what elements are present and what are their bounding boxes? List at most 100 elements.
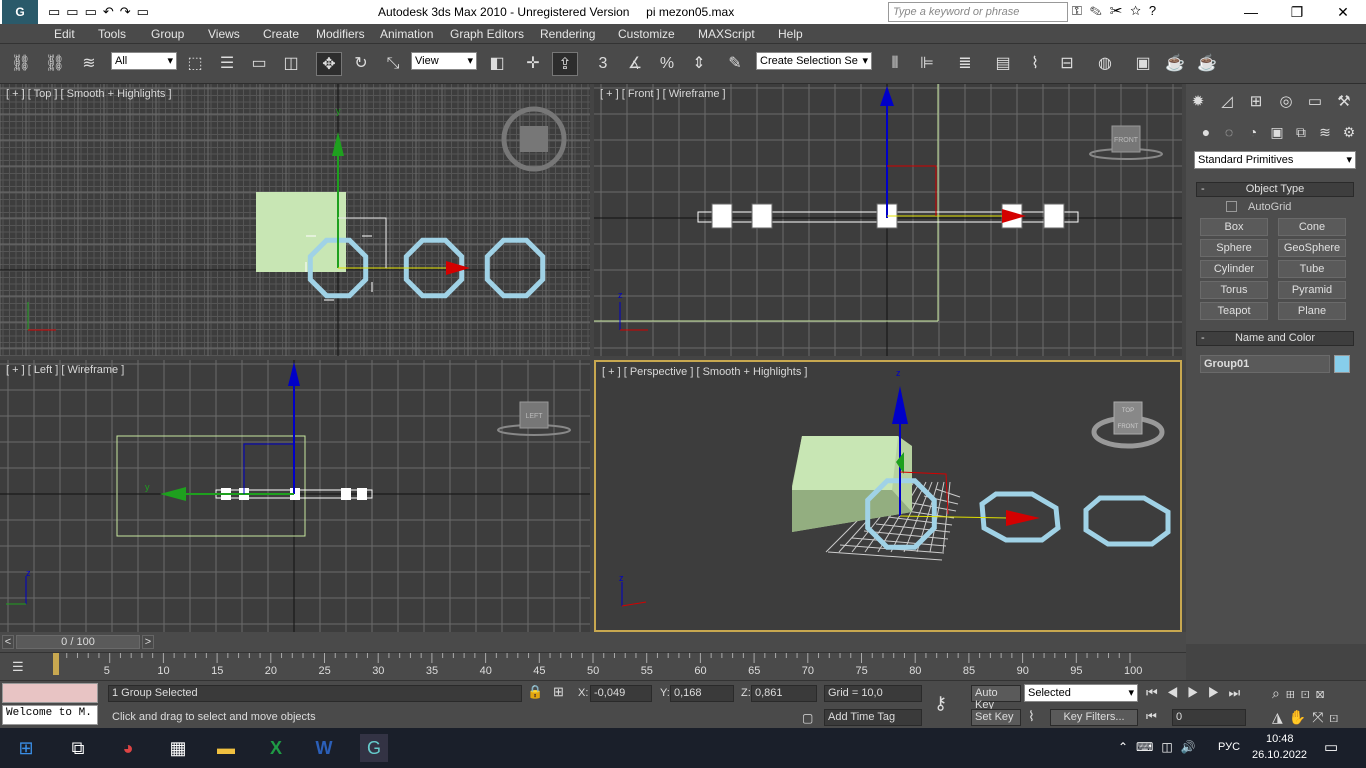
pivot-center-icon[interactable]: ◧ <box>484 52 510 76</box>
menu-modifiers[interactable]: Modifiers <box>316 27 365 41</box>
key-mode-toggle-icon[interactable]: ⏮ <box>1146 709 1157 724</box>
file-explorer-icon[interactable]: ▬ <box>212 734 240 762</box>
pyramid-button[interactable]: Pyramid <box>1278 281 1346 299</box>
sphere-button[interactable]: Sphere <box>1200 239 1268 257</box>
maximize-button[interactable]: ❐ <box>1274 2 1320 22</box>
notifications-icon[interactable]: ▭ <box>1324 738 1338 756</box>
layer-manager-icon[interactable]: ≣ <box>952 52 978 76</box>
name-color-rollout[interactable]: - Name and Color <box>1196 331 1354 346</box>
autogrid-checkbox[interactable] <box>1226 201 1237 212</box>
cameras-icon[interactable]: ▣ <box>1265 120 1289 144</box>
menu-group[interactable]: Group <box>151 27 184 41</box>
viewport-top-label[interactable]: [ + ] [ Top ] [ Smooth + Highlights ] <box>6 88 172 100</box>
excel-icon[interactable]: X <box>262 734 290 762</box>
viewport-front-label[interactable]: [ + ] [ Front ] [ Wireframe ] <box>600 88 726 100</box>
create-tab-icon[interactable]: ✹ <box>1186 90 1210 114</box>
menu-create[interactable]: Create <box>263 27 299 41</box>
select-manipulate-icon[interactable]: ✛ <box>520 52 546 76</box>
lights-icon[interactable]: ◔ <box>1241 120 1265 144</box>
render-setup-icon[interactable]: ▣ <box>1130 52 1156 76</box>
modify-tab-icon[interactable]: ◿ <box>1215 90 1239 114</box>
viewport-left[interactable]: y LEFT z [ + ] [ Left ] [ Wireframe ] <box>0 360 590 632</box>
maxscript-mini-listener[interactable]: Welcome to M. <box>2 705 98 725</box>
menu-rendering[interactable]: Rendering <box>540 27 595 41</box>
object-color-swatch[interactable] <box>1334 355 1350 373</box>
primitive-type-dropdown[interactable]: Standard Primitives <box>1194 151 1356 169</box>
cone-button[interactable]: Cone <box>1278 218 1346 236</box>
absolute-mode-icon[interactable]: ⊞ <box>553 684 564 700</box>
minimize-button[interactable]: — <box>1228 2 1274 22</box>
keyboard-shortcut-icon[interactable]: ⇪ <box>552 52 578 76</box>
menu-help[interactable]: Help <box>778 27 803 41</box>
reference-coord-dropdown[interactable]: View <box>411 52 477 70</box>
display-tab-icon[interactable]: ▭ <box>1303 90 1327 114</box>
box-button[interactable]: Box <box>1200 218 1268 236</box>
named-selection-dropdown[interactable]: Create Selection Se <box>756 52 872 70</box>
current-frame-field[interactable]: 0 <box>1172 709 1246 726</box>
geometry-icon[interactable]: ● <box>1194 120 1218 144</box>
calculator-icon[interactable]: ▦ <box>164 734 192 762</box>
snap-toggle-icon[interactable]: 3 <box>590 52 616 76</box>
viewport-left-label[interactable]: [ + ] [ Left ] [ Wireframe ] <box>6 364 124 376</box>
percent-snap-icon[interactable]: % <box>654 52 680 76</box>
rendered-frame-icon[interactable]: ☕ <box>1162 52 1188 76</box>
bind-space-warp-icon[interactable]: ≋ <box>76 52 102 76</box>
viewport-perspective-label[interactable]: [ + ] [ Perspective ] [ Smooth + Highlig… <box>602 366 807 378</box>
window-crossing-icon[interactable]: ◫ <box>278 52 304 76</box>
rect-selection-icon[interactable]: ▭ <box>246 52 272 76</box>
menu-maxscript[interactable]: MAXScript <box>698 27 755 41</box>
mirror-icon[interactable]: ⫴ <box>882 52 908 76</box>
tube-button[interactable]: Tube <box>1278 260 1346 278</box>
link-icon[interactable]: ⛓ <box>8 52 34 76</box>
track-bar[interactable]: ☰ 5 10 15 20 25 30 35 40 45 50 55 60 65 70 75 80 85 90 95 1… <box>0 652 1186 680</box>
quick-access-icons[interactable]: ▭▭▭↶↷▭ <box>48 4 155 20</box>
align-icon[interactable]: ⊫ <box>914 52 940 76</box>
viewport-perspective[interactable]: z TOP FRONT z [ + ] [ Perspective ] [ Smoot… <box>594 360 1182 632</box>
time-prev-button[interactable]: < <box>2 635 14 649</box>
navigation-controls[interactable]: ◮✋⤧⊡ <box>1272 709 1344 726</box>
time-next-button[interactable]: > <box>142 635 154 649</box>
object-name-field[interactable]: Group01 <box>1200 355 1330 373</box>
teapot-button[interactable]: Teapot <box>1200 302 1268 320</box>
infocenter-icons[interactable]: ⚿✎✂☆? <box>1072 3 1164 19</box>
geosphere-button[interactable]: GeoSphere <box>1278 239 1346 257</box>
cylinder-button[interactable]: Cylinder <box>1200 260 1268 278</box>
select-by-name-icon[interactable]: ☰ <box>214 52 240 76</box>
time-tag-icon[interactable]: ▢ <box>802 711 813 725</box>
hierarchy-tab-icon[interactable]: ⊞ <box>1244 90 1268 114</box>
app-logo-icon[interactable]: G <box>2 0 38 24</box>
time-slider-thumb[interactable]: 0 / 100 <box>16 635 140 649</box>
plane-button[interactable]: Plane <box>1278 302 1346 320</box>
selection-filter-dropdown[interactable]: All <box>111 52 177 70</box>
lock-selection-icon[interactable]: 🔒 <box>527 684 543 700</box>
curve-editor-icon[interactable]: ⌇ <box>1022 52 1048 76</box>
auto-key-button[interactable]: Auto Key <box>971 685 1021 711</box>
key-tangent-icon[interactable]: ⌇ <box>1028 708 1035 725</box>
shapes-icon[interactable]: ◌ <box>1217 120 1241 144</box>
graphite-icon[interactable]: ▤ <box>990 52 1016 76</box>
y-coordinate-field[interactable]: 0,168 <box>670 685 734 702</box>
menu-views[interactable]: Views <box>208 27 240 41</box>
clock-date[interactable]: 26.10.2022 <box>1252 749 1307 761</box>
menu-customize[interactable]: Customize <box>618 27 675 41</box>
3dsmax-taskbar-icon[interactable]: G <box>360 734 388 762</box>
object-type-rollout[interactable]: - Object Type <box>1196 182 1354 197</box>
select-object-icon[interactable]: ⬚ <box>182 52 208 76</box>
set-key-button[interactable]: Set Key <box>971 709 1021 726</box>
render-production-icon[interactable]: ☕ <box>1194 52 1220 76</box>
maxscript-listener-top[interactable] <box>2 683 98 703</box>
zoom-controls[interactable]: ⌕⊞⊡⊠ <box>1272 685 1331 702</box>
space-warps-icon[interactable]: ≋ <box>1313 120 1337 144</box>
material-editor-icon[interactable]: ◍ <box>1092 52 1118 76</box>
set-key-icon[interactable]: ⚷ <box>934 693 947 714</box>
scale-icon[interactable]: ⤡ <box>380 52 406 76</box>
menu-graph-editors[interactable]: Graph Editors <box>450 27 524 41</box>
utilities-tab-icon[interactable]: ⚒ <box>1332 90 1356 114</box>
motion-tab-icon[interactable]: ◎ <box>1274 90 1298 114</box>
add-time-tag-button[interactable]: Add Time Tag <box>824 709 922 726</box>
torus-button[interactable]: Torus <box>1200 281 1268 299</box>
tray-icons[interactable]: ⌃⌨◫🔊 <box>1118 740 1204 754</box>
paint-app-icon[interactable]: ◕ <box>114 734 142 762</box>
systems-icon[interactable]: ⚙ <box>1337 120 1361 144</box>
menu-edit[interactable]: Edit <box>54 27 75 41</box>
